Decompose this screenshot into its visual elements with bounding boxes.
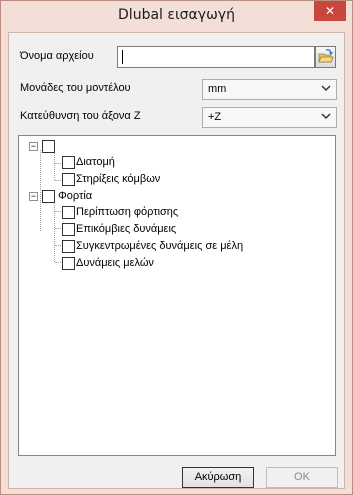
tree-checkbox[interactable] — [62, 257, 75, 270]
tree-checkbox[interactable] — [62, 223, 75, 236]
cancel-button[interactable]: Ακύρωση — [182, 467, 254, 488]
tree-node-section[interactable]: Διατομή — [19, 154, 319, 170]
z-axis-value: +Z — [208, 111, 222, 123]
chevron-down-icon — [321, 85, 331, 92]
tree-node-label: Περίπτωση φόρτισης — [76, 206, 179, 218]
z-axis-select[interactable]: +Z — [202, 107, 337, 128]
close-icon: ✕ — [324, 4, 336, 18]
tree-node-member-forces[interactable]: Δυνάμεις μελών — [19, 255, 319, 271]
collapse-icon[interactable]: − — [29, 142, 38, 151]
tree-checkbox[interactable] — [42, 190, 55, 203]
filename-input[interactable] — [117, 46, 315, 68]
browse-button[interactable] — [315, 46, 336, 68]
window-title: Dlubal εισαγωγή — [118, 7, 235, 23]
tree-checkbox[interactable] — [62, 206, 75, 219]
tree-node-loads[interactable]: − Φορτία — [19, 188, 319, 204]
close-button[interactable]: ✕ — [314, 1, 346, 21]
folder-open-icon — [318, 49, 334, 63]
tree-checkbox[interactable] — [42, 140, 55, 153]
tree-checkbox[interactable] — [62, 173, 75, 186]
dialog-window: Dlubal εισαγωγή ✕ Όνομα αρχείου Μονάδες … — [0, 0, 353, 495]
collapse-icon[interactable]: − — [29, 192, 38, 201]
ok-button[interactable]: OK — [266, 467, 338, 488]
text-caret — [122, 50, 123, 64]
tree-node-label: Φορτία — [58, 190, 93, 202]
filename-label: Όνομα αρχείου — [20, 50, 94, 62]
z-axis-label: Κατεύθυνση του άξονα Z — [20, 110, 141, 122]
tree-node-root[interactable]: − — [19, 138, 319, 154]
tree-node-label: Διατομή — [76, 156, 115, 168]
tree-checkbox[interactable] — [62, 156, 75, 169]
tree-node-label: Συγκεντρωμένες δυνάμεις σε μέλη — [76, 240, 244, 252]
tree-node-label: Στηρίξεις κόμβων — [76, 173, 161, 185]
tree-checkbox[interactable] — [62, 240, 75, 253]
tree-node-node-supports[interactable]: Στηρίξεις κόμβων — [19, 171, 319, 187]
units-select[interactable]: mm — [202, 79, 337, 100]
tree-node-label: Δυνάμεις μελών — [76, 257, 154, 269]
units-label: Μονάδες του μοντέλου — [20, 82, 131, 94]
units-value: mm — [208, 83, 227, 95]
tree-node-member-point-forces[interactable]: Συγκεντρωμένες δυνάμεις σε μέλη — [19, 238, 319, 254]
tree-node-nodal-forces[interactable]: Επικόμβιες δυνάμεις — [19, 221, 319, 237]
import-tree[interactable]: − Διατομή Στηρίξεις κόμβων − Φορτία Περί… — [18, 135, 336, 456]
dialog-body: Όνομα αρχείου Μονάδες του μοντέλου mm Κα… — [8, 32, 345, 489]
chevron-down-icon — [321, 113, 331, 120]
tree-node-label: Επικόμβιες δυνάμεις — [76, 223, 177, 235]
tree-node-load-case[interactable]: Περίπτωση φόρτισης — [19, 204, 319, 220]
title-bar[interactable]: Dlubal εισαγωγή ✕ — [1, 1, 352, 33]
